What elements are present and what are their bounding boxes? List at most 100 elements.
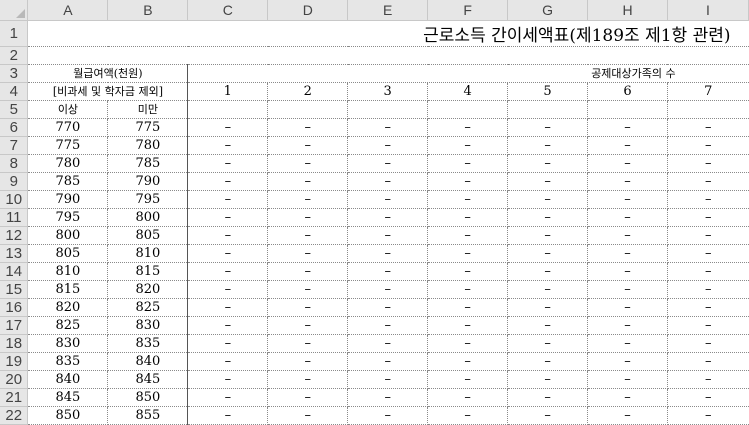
lower-bound-cell[interactable]: 840: [27, 370, 109, 389]
tax-amount-cell[interactable]: –: [267, 154, 349, 173]
tax-amount-cell[interactable]: –: [507, 280, 589, 299]
tax-amount-cell[interactable]: –: [427, 406, 509, 425]
tax-amount-cell[interactable]: –: [267, 334, 349, 353]
lower-bound-cell[interactable]: 850: [27, 406, 109, 425]
tax-amount-cell[interactable]: –: [667, 352, 749, 371]
upper-bound-cell[interactable]: 820: [107, 280, 189, 299]
tax-amount-cell[interactable]: –: [667, 316, 749, 335]
tax-amount-cell[interactable]: –: [187, 154, 269, 173]
tax-amount-cell[interactable]: –: [587, 262, 668, 281]
row-header-15[interactable]: 15: [0, 280, 29, 299]
row-header-20[interactable]: 20: [0, 370, 29, 389]
tax-amount-cell[interactable]: –: [427, 244, 509, 263]
tax-amount-cell[interactable]: –: [427, 388, 509, 407]
tax-amount-cell[interactable]: –: [507, 406, 589, 425]
upper-bound-cell[interactable]: 805: [107, 226, 189, 245]
tax-amount-cell[interactable]: –: [187, 118, 269, 137]
row-header-4[interactable]: 4: [0, 82, 29, 101]
tax-amount-cell[interactable]: –: [187, 244, 269, 263]
tax-amount-cell[interactable]: –: [427, 226, 509, 245]
tax-amount-cell[interactable]: –: [347, 352, 429, 371]
tax-amount-cell[interactable]: –: [667, 334, 749, 353]
tax-amount-cell[interactable]: –: [507, 244, 589, 263]
tax-amount-cell[interactable]: –: [187, 298, 269, 317]
tax-amount-cell[interactable]: –: [187, 190, 269, 209]
tax-amount-cell[interactable]: –: [507, 154, 589, 173]
exclusion-label[interactable]: [비과세 및 학자금 제외]: [27, 82, 189, 101]
tax-amount-cell[interactable]: –: [267, 352, 349, 371]
row-header-11[interactable]: 11: [0, 208, 29, 227]
tax-amount-cell[interactable]: –: [347, 316, 429, 335]
dependents-count-3[interactable]: 3: [347, 82, 429, 101]
upper-bound-cell[interactable]: 850: [107, 388, 189, 407]
tax-amount-cell[interactable]: –: [347, 208, 429, 227]
upper-bound-header[interactable]: 미만: [107, 100, 189, 119]
tax-amount-cell[interactable]: –: [267, 262, 349, 281]
lower-bound-cell[interactable]: 805: [27, 244, 109, 263]
upper-bound-cell[interactable]: 815: [107, 262, 189, 281]
blank-cell[interactable]: [187, 100, 269, 119]
column-header-d[interactable]: D: [267, 0, 349, 21]
tax-amount-cell[interactable]: –: [267, 190, 349, 209]
upper-bound-cell[interactable]: 780: [107, 136, 189, 155]
tax-amount-cell[interactable]: –: [587, 118, 668, 137]
tax-amount-cell[interactable]: –: [667, 136, 749, 155]
row-header-3[interactable]: 3: [0, 64, 29, 83]
tax-amount-cell[interactable]: –: [347, 298, 429, 317]
tax-amount-cell[interactable]: –: [187, 316, 269, 335]
tax-amount-cell[interactable]: –: [427, 208, 509, 227]
tax-amount-cell[interactable]: –: [507, 370, 589, 389]
upper-bound-cell[interactable]: 840: [107, 352, 189, 371]
tax-amount-cell[interactable]: –: [187, 262, 269, 281]
upper-bound-cell[interactable]: 825: [107, 298, 189, 317]
tax-amount-cell[interactable]: –: [427, 136, 509, 155]
lower-bound-cell[interactable]: 845: [27, 388, 109, 407]
tax-amount-cell[interactable]: –: [587, 334, 668, 353]
monthly-pay-label[interactable]: 월급여액(천원): [27, 64, 189, 83]
tax-amount-cell[interactable]: –: [347, 154, 429, 173]
row-header-1[interactable]: 1: [0, 20, 29, 47]
lower-bound-cell[interactable]: 780: [27, 154, 109, 173]
lower-bound-cell[interactable]: 785: [27, 172, 109, 191]
tax-amount-cell[interactable]: –: [667, 406, 749, 425]
tax-amount-cell[interactable]: –: [507, 118, 589, 137]
tax-amount-cell[interactable]: –: [427, 262, 509, 281]
tax-amount-cell[interactable]: –: [587, 190, 668, 209]
tax-amount-cell[interactable]: –: [187, 136, 269, 155]
tax-amount-cell[interactable]: –: [667, 118, 749, 137]
tax-amount-cell[interactable]: –: [427, 118, 509, 137]
upper-bound-cell[interactable]: 795: [107, 190, 189, 209]
tax-amount-cell[interactable]: –: [667, 226, 749, 245]
tax-amount-cell[interactable]: –: [187, 226, 269, 245]
lower-bound-cell[interactable]: 830: [27, 334, 109, 353]
tax-amount-cell[interactable]: –: [587, 208, 668, 227]
upper-bound-cell[interactable]: 790: [107, 172, 189, 191]
row-header-5[interactable]: 5: [0, 100, 29, 119]
upper-bound-cell[interactable]: 775: [107, 118, 189, 137]
row-header-18[interactable]: 18: [0, 334, 29, 353]
tax-amount-cell[interactable]: –: [667, 208, 749, 227]
tax-amount-cell[interactable]: –: [507, 226, 589, 245]
tax-amount-cell[interactable]: –: [267, 118, 349, 137]
tax-amount-cell[interactable]: –: [347, 262, 429, 281]
tax-amount-cell[interactable]: –: [427, 334, 509, 353]
tax-amount-cell[interactable]: –: [587, 136, 668, 155]
upper-bound-cell[interactable]: 810: [107, 244, 189, 263]
tax-amount-cell[interactable]: –: [427, 316, 509, 335]
tax-amount-cell[interactable]: –: [187, 388, 269, 407]
tax-amount-cell[interactable]: –: [507, 262, 589, 281]
row-header-2[interactable]: 2: [0, 46, 29, 65]
upper-bound-cell[interactable]: 830: [107, 316, 189, 335]
tax-amount-cell[interactable]: –: [427, 352, 509, 371]
tax-amount-cell[interactable]: –: [667, 370, 749, 389]
tax-amount-cell[interactable]: –: [347, 226, 429, 245]
tax-amount-cell[interactable]: –: [427, 172, 509, 191]
upper-bound-cell[interactable]: 835: [107, 334, 189, 353]
tax-amount-cell[interactable]: –: [427, 280, 509, 299]
lower-bound-cell[interactable]: 790: [27, 190, 109, 209]
lower-bound-header[interactable]: 이상: [27, 100, 109, 119]
tax-amount-cell[interactable]: –: [267, 370, 349, 389]
lower-bound-cell[interactable]: 810: [27, 262, 109, 281]
row-header-16[interactable]: 16: [0, 298, 29, 317]
tax-amount-cell[interactable]: –: [507, 136, 589, 155]
